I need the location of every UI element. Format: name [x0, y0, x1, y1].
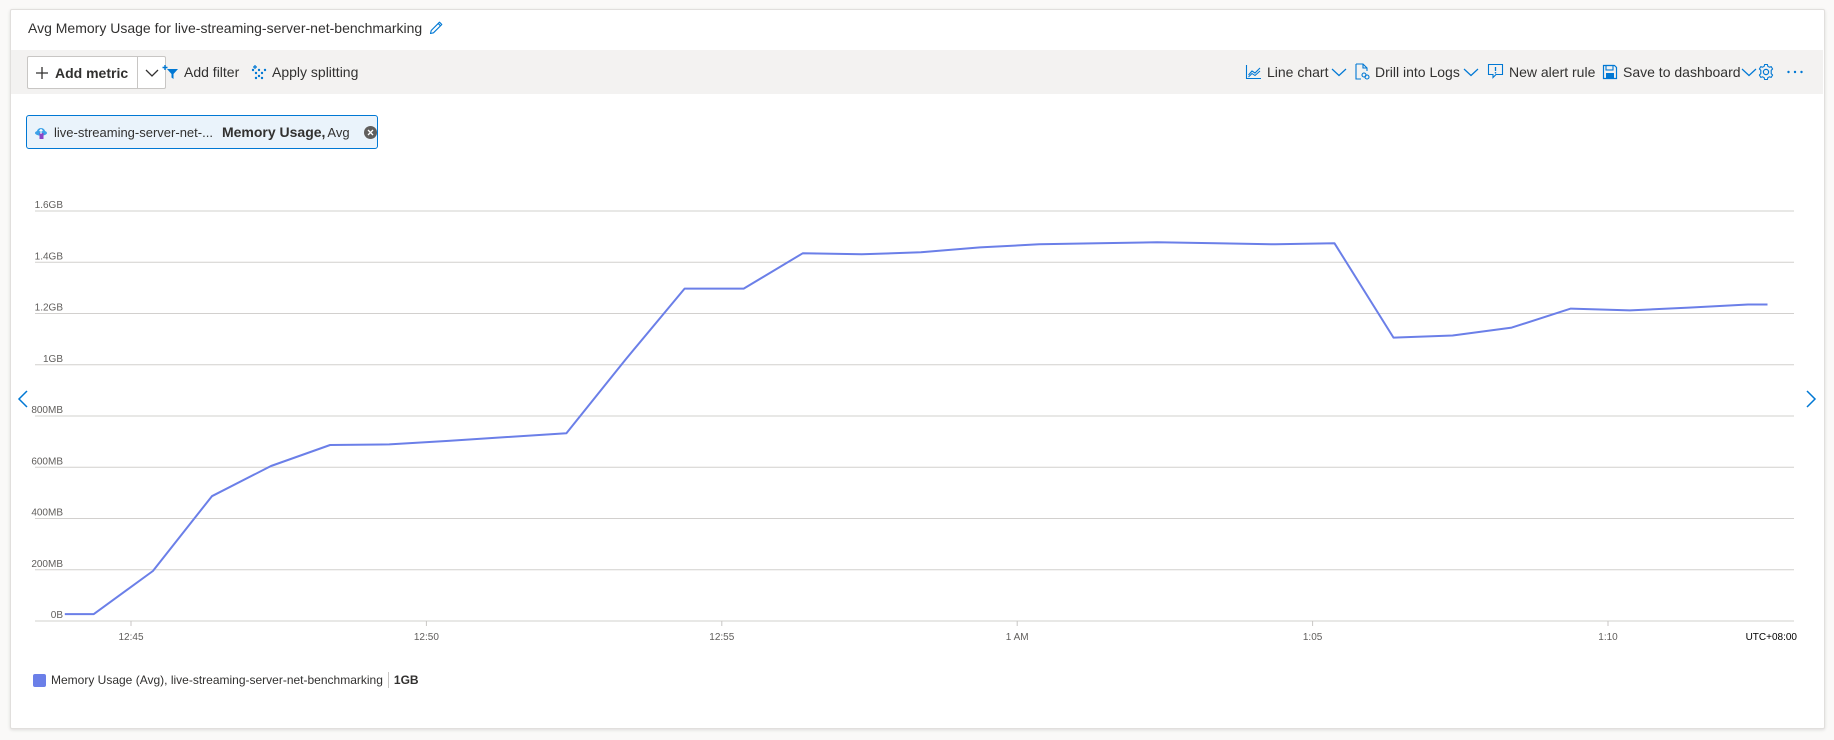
- x-tick-label: 1:10: [1598, 632, 1618, 643]
- y-tick-label: 400MB: [31, 508, 63, 519]
- y-tick-label: 0B: [51, 610, 64, 621]
- legend-divider: [387, 672, 389, 688]
- timezone-label: UTC+08:00: [1746, 632, 1798, 643]
- x-axis-ticks: 12:45 12:50 12:55 1 AM 1:05 1:10: [118, 621, 1618, 643]
- y-tick-label: 1.4GB: [35, 251, 64, 262]
- x-tick-label: 12:50: [414, 632, 439, 643]
- y-tick-label: 1GB: [43, 354, 63, 365]
- x-tick-label: 12:55: [709, 632, 734, 643]
- chevron-left-icon[interactable]: [17, 389, 29, 409]
- line-chart: 0B 200MB 400MB 600MB 800MB 1GB 1.2GB 1.4GB 1.6GB…: [31, 200, 1798, 643]
- chevron-right-icon[interactable]: [1805, 389, 1817, 409]
- legend-value: 1GB: [393, 673, 419, 687]
- y-axis-ticks: 0B 200MB 400MB 600MB 800MB 1GB 1.2GB 1.4GB 1.6GB: [31, 200, 63, 621]
- y-tick-label: 600MB: [31, 456, 63, 467]
- gridlines: [35, 210, 1794, 622]
- x-tick-label: 1:05: [1303, 632, 1323, 643]
- legend-swatch: [33, 673, 46, 687]
- x-tick-label: 12:45: [118, 632, 143, 643]
- x-tick-label: 1 AM: [1006, 632, 1029, 643]
- legend-label: Memory Usage (Avg), live-streaming-serve…: [51, 673, 383, 687]
- y-tick-label: 1.2GB: [35, 303, 64, 314]
- y-tick-label: 1.6GB: [35, 200, 64, 211]
- series-layer: [64, 241, 1768, 616]
- chart-legend[interactable]: Memory Usage (Avg), live-streaming-serve…: [33, 672, 419, 688]
- series-line[interactable]: [64, 241, 1768, 616]
- y-tick-label: 200MB: [31, 559, 63, 570]
- y-tick-label: 800MB: [31, 405, 63, 416]
